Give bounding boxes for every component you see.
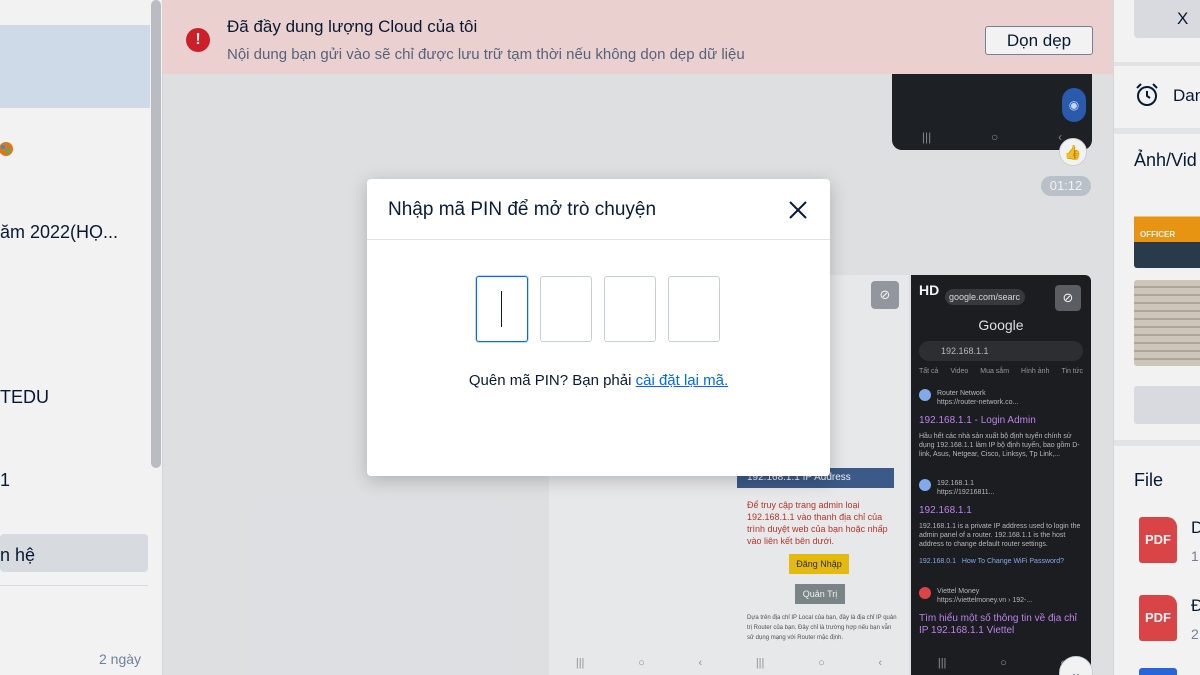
dialog-title: Nhập mã PIN để mở trò chuyện [388, 199, 657, 220]
reset-pin-link[interactable]: cài đặt lại mã. [636, 372, 729, 389]
pin-dialog: Nhập mã PIN để mở trò chuyện Quên mã PIN… [367, 179, 830, 476]
pin-digit-2[interactable] [540, 276, 592, 342]
close-icon[interactable] [785, 197, 811, 223]
pin-input-group [476, 276, 722, 342]
pin-digit-1[interactable] [476, 276, 528, 342]
text-caret [501, 291, 502, 327]
pin-digit-3[interactable] [604, 276, 656, 342]
forgot-pin-text: Quên mã PIN? Bạn phải cài đặt lại mã. [468, 372, 729, 389]
dialog-header: Nhập mã PIN để mở trò chuyện [367, 179, 830, 240]
pin-digit-4[interactable] [668, 276, 720, 342]
